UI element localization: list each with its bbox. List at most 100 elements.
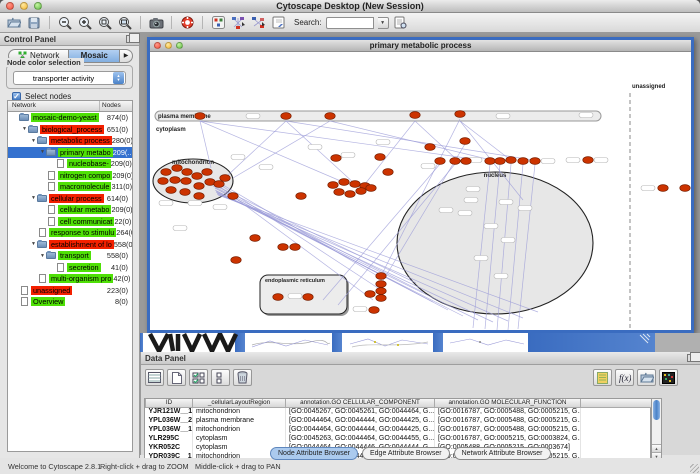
vizmapper-icon[interactable] xyxy=(210,15,226,30)
tree-row[interactable]: Overview8(0) xyxy=(8,296,132,308)
graph-node[interactable] xyxy=(365,291,375,298)
graph-node[interactable] xyxy=(228,193,238,200)
scroll-up-icon[interactable]: ▲ xyxy=(652,444,661,452)
graph-node[interactable] xyxy=(376,295,386,302)
graph-node[interactable] xyxy=(350,181,360,188)
graph-node[interactable] xyxy=(461,158,471,165)
function-builder-icon[interactable]: f(x) xyxy=(615,369,634,386)
scrollbar-thumb[interactable] xyxy=(653,400,660,420)
zoom-in-icon[interactable] xyxy=(77,15,93,30)
table-row[interactable]: YLR295Ccytoplasm[GO:0045263, GO:0044464,… xyxy=(146,434,653,443)
browser-tab[interactable]: Edge Attribute Browser xyxy=(362,447,450,460)
tree-expander-icon[interactable]: ▼ xyxy=(21,126,28,132)
graph-node[interactable] xyxy=(455,111,465,118)
node-color-dropdown[interactable]: transporter activity ▲▼ xyxy=(13,71,126,85)
graph-node[interactable] xyxy=(366,185,376,192)
graph-node[interactable] xyxy=(290,244,300,251)
graph-node[interactable] xyxy=(281,113,291,120)
graph-node[interactable] xyxy=(182,169,192,176)
graph-node[interactable] xyxy=(161,169,171,176)
graph-node[interactable] xyxy=(220,175,230,182)
attribute-list-icon[interactable] xyxy=(593,369,612,386)
graph-node[interactable] xyxy=(450,158,460,165)
graph-node[interactable] xyxy=(325,113,335,120)
layout-network-icon[interactable] xyxy=(230,15,246,30)
table-row[interactable]: YPL036W__1mitochondrion[GO:0044464, GO:0… xyxy=(146,425,653,434)
edit-network-icon[interactable] xyxy=(250,15,266,30)
snapshot-camera-icon[interactable] xyxy=(148,15,164,30)
new-attribute-icon[interactable] xyxy=(167,369,186,386)
network-window-titlebar[interactable]: primary metabolic process xyxy=(150,40,691,52)
network-tree-header[interactable]: Network Nodes xyxy=(8,101,132,112)
attribute-table-icon[interactable] xyxy=(145,369,164,386)
graph-node[interactable] xyxy=(383,169,393,176)
graph-node[interactable] xyxy=(331,155,341,162)
tree-row[interactable]: macromolecule311(0) xyxy=(8,181,132,193)
graph-node[interactable] xyxy=(328,182,338,189)
region-nucleus[interactable] xyxy=(397,172,593,314)
tree-expander-icon[interactable]: ▼ xyxy=(39,253,46,259)
graph-node[interactable] xyxy=(334,189,344,196)
table-column-header[interactable]: annotation.GO MOLECULAR_FUNCTION xyxy=(435,399,581,407)
graph-node[interactable] xyxy=(273,294,283,301)
graph-node[interactable] xyxy=(172,165,182,172)
attribute-table-header-row[interactable]: ID_cellularLayoutRegionannotation.GO CEL… xyxy=(146,399,653,407)
graph-node[interactable] xyxy=(170,177,180,184)
table-column-header[interactable] xyxy=(581,399,653,407)
tree-row[interactable]: cellular metabo209(0) xyxy=(8,204,132,216)
graph-node[interactable] xyxy=(375,154,385,161)
tree-row[interactable]: ▼metabolic process280(0) xyxy=(8,135,132,147)
advanced-search-icon[interactable] xyxy=(393,15,409,30)
tree-expander-icon[interactable]: ▼ xyxy=(30,195,37,201)
tree-row[interactable]: nitrogen compo209(0) xyxy=(8,170,132,182)
tab-overflow-arrow[interactable]: ▶ xyxy=(120,49,133,63)
table-column-header[interactable]: annotation.GO CELLULAR_COMPONENT xyxy=(286,399,435,407)
graph-node[interactable] xyxy=(194,183,204,190)
table-row[interactable]: YPL036W__2plasma membrane[GO:0044464, GO… xyxy=(146,416,653,425)
import-attributes-icon[interactable] xyxy=(637,369,656,386)
float-panel-icon[interactable] xyxy=(687,354,696,362)
float-panel-icon[interactable] xyxy=(126,35,135,43)
graph-node[interactable] xyxy=(376,281,386,288)
graph-node[interactable] xyxy=(680,185,690,192)
graph-node[interactable] xyxy=(345,191,355,198)
graph-node[interactable] xyxy=(158,178,168,185)
tree-row[interactable]: ▼establishment of lo558(0) xyxy=(8,239,132,251)
graph-node[interactable] xyxy=(376,288,386,295)
tree-column-network[interactable]: Network xyxy=(8,101,100,111)
delete-attribute-icon[interactable] xyxy=(233,369,252,386)
graph-node[interactable] xyxy=(214,181,224,188)
annotation-icon[interactable] xyxy=(270,15,286,30)
graph-node[interactable] xyxy=(518,158,528,165)
graph-node[interactable] xyxy=(460,138,470,145)
tree-row[interactable]: cell communicat22(0) xyxy=(8,216,132,228)
tree-expander-icon[interactable]: ▼ xyxy=(39,149,46,155)
graph-node[interactable] xyxy=(303,294,313,301)
tree-expander-icon[interactable]: ▼ xyxy=(30,241,37,247)
graph-node[interactable] xyxy=(425,144,435,151)
graph-node[interactable] xyxy=(369,307,379,314)
open-file-icon[interactable] xyxy=(6,15,22,30)
graph-node[interactable] xyxy=(180,189,190,196)
tree-row[interactable]: multi-organism pro42(0) xyxy=(8,273,132,285)
graph-node[interactable] xyxy=(194,193,204,200)
tree-row[interactable]: ▼primary metabo209(... xyxy=(8,147,132,159)
graph-node[interactable] xyxy=(376,273,386,280)
graph-node[interactable] xyxy=(231,257,241,264)
select-attributes-icon[interactable] xyxy=(189,369,208,386)
graph-node[interactable] xyxy=(296,193,306,200)
zoom-selected-icon[interactable] xyxy=(97,15,113,30)
tree-row[interactable]: ▼biological_process651(0) xyxy=(8,124,132,136)
graph-node[interactable] xyxy=(583,157,593,164)
browser-tab[interactable]: Network Attribute Browser xyxy=(454,447,551,460)
graph-node[interactable] xyxy=(278,244,288,251)
tree-expander-icon[interactable]: ▼ xyxy=(30,138,37,144)
tree-column-nodes[interactable]: Nodes xyxy=(100,101,132,111)
unselect-attributes-icon[interactable] xyxy=(211,369,230,386)
graph-node[interactable] xyxy=(202,169,212,176)
graph-node[interactable] xyxy=(195,113,205,120)
tree-row[interactable]: unassigned223(0) xyxy=(8,285,132,297)
tree-row[interactable]: mosaic-demo-yeast874(0) xyxy=(8,112,132,124)
zoom-out-icon[interactable] xyxy=(57,15,73,30)
network-graph[interactable]: plasma membranecytoplasmmitochondrionnuc… xyxy=(150,52,691,330)
